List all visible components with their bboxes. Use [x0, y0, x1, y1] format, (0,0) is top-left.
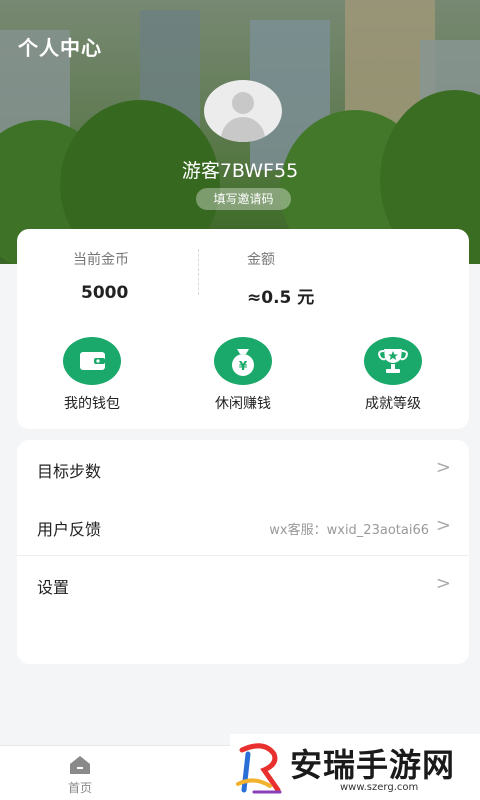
chevron-right-icon: >	[435, 457, 451, 478]
coins-stat: 当前金币 5000	[73, 249, 253, 303]
tab-home[interactable]: 首页	[52, 754, 108, 796]
stats-divider	[198, 249, 199, 295]
earn-money-button[interactable]: ¥ 休闲赚钱	[183, 337, 303, 413]
menu-item-settings[interactable]: 设置 >	[17, 556, 469, 614]
achievement-button[interactable]: 成就等级	[333, 337, 453, 413]
chevron-right-icon: >	[435, 515, 451, 536]
chevron-right-icon: >	[435, 573, 451, 594]
invite-code-button[interactable]: 填写邀请码	[196, 188, 291, 210]
menu-item-feedback[interactable]: 用户反馈 wx客服：wxid_23aotai66 >	[17, 498, 469, 556]
coins-value: 5000	[81, 283, 129, 303]
username: 游客7BWF55	[181, 160, 299, 182]
achievement-label: 成就等级	[365, 396, 421, 412]
home-icon	[69, 754, 91, 776]
earn-money-label: 休闲赚钱	[215, 396, 271, 412]
menu-item-label: 设置	[37, 578, 70, 597]
amount-label: 金额	[247, 252, 275, 268]
watermark: 安瑞手游网 www.szerg.com	[230, 734, 480, 800]
menu-item-target-steps[interactable]: 目标步数 >	[17, 440, 469, 498]
amount-value: ≈0.5 元	[247, 288, 315, 308]
trophy-icon	[364, 337, 422, 385]
watermark-logo-icon	[236, 743, 282, 794]
user-icon	[232, 92, 254, 114]
menu-item-label: 用户反馈	[37, 520, 102, 539]
wallet-button[interactable]: 我的钱包	[32, 337, 152, 413]
customer-service-id: wx客服：wxid_23aotai66	[269, 523, 429, 538]
avatar[interactable]	[204, 80, 282, 142]
wallet-label: 我的钱包	[64, 396, 120, 412]
watermark-title: 安瑞手游网	[290, 746, 456, 784]
money-bag-icon: ¥	[214, 337, 272, 385]
page-title: 个人中心	[18, 36, 102, 60]
settings-menu-card: 目标步数 > 用户反馈 wx客服：wxid_23aotai66 > 设置 >	[17, 440, 469, 664]
wallet-icon	[63, 337, 121, 385]
coins-label: 当前金币	[73, 252, 129, 268]
amount-stat: 金额 ≈0.5 元	[247, 249, 427, 308]
watermark-url: www.szerg.com	[340, 782, 419, 793]
menu-item-label: 目标步数	[37, 462, 102, 481]
svg-text:¥: ¥	[239, 359, 248, 373]
tab-home-label: 首页	[67, 781, 92, 795]
stats-card: 当前金币 5000 金额 ≈0.5 元 我的钱包 ¥ 休闲赚钱 成就等级	[17, 229, 469, 429]
